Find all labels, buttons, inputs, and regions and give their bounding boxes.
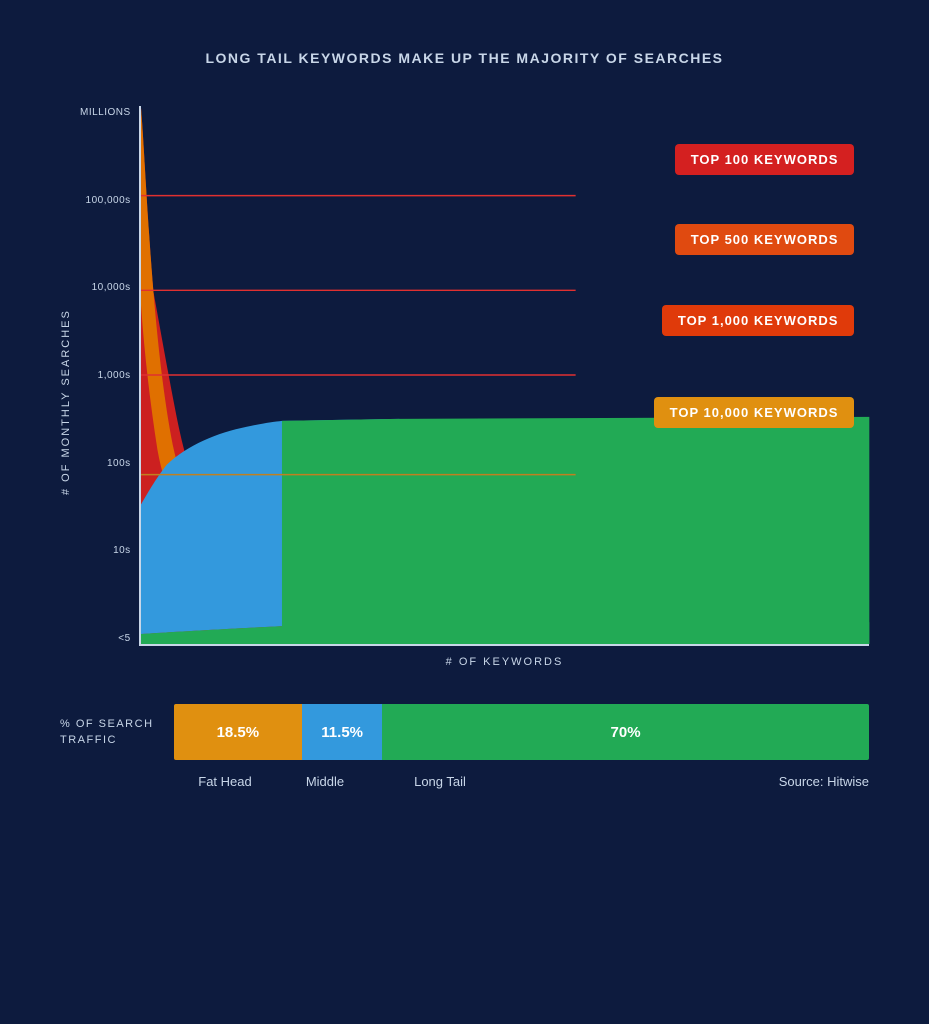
bottom-section: % OF SEARCHTRAFFIC 18.5% 11.5% 70% xyxy=(60,704,869,760)
legend-long-tail: Long Tail xyxy=(370,774,510,789)
chart-inner: MILLIONS 100,000s 10,000s 1,000s 100s 10… xyxy=(80,106,869,646)
segment-fat-head: 18.5% xyxy=(174,704,303,760)
chart-area: # OF MONTHLY SEARCHES MILLIONS 100,000s … xyxy=(60,106,869,668)
segment-middle: 11.5% xyxy=(302,704,382,760)
progress-bar: 18.5% 11.5% 70% xyxy=(174,704,869,760)
y-tick-100000s: 100,000s xyxy=(86,196,131,206)
source-text: Source: Hitwise xyxy=(779,774,869,789)
y-tick-1000s: 1,000s xyxy=(98,371,131,381)
x-axis-label: # OF KEYWORDS xyxy=(140,656,869,668)
y-axis-label: # OF MONTHLY SEARCHES xyxy=(60,106,72,668)
chart-title: LONG TAIL KEYWORDS MAKE UP THE MAJORITY … xyxy=(205,50,723,66)
y-tick-10000s: 10,000s xyxy=(92,283,131,293)
legend-row: Fat Head Middle Long Tail Source: Hitwis… xyxy=(60,774,869,789)
y-tick-100s: 100s xyxy=(107,459,131,469)
traffic-label: % OF SEARCHTRAFFIC xyxy=(60,716,154,749)
chart-with-ticks: MILLIONS 100,000s 10,000s 1,000s 100s 10… xyxy=(80,106,869,668)
chart-svg xyxy=(141,106,869,644)
y-tick-10s: 10s xyxy=(113,546,131,556)
chart-plot: TOP 100 KEYWORDS TOP 500 KEYWORDS TOP 1,… xyxy=(139,106,869,646)
y-tick-lt5: <5 xyxy=(118,634,130,644)
legend-middle: Middle xyxy=(280,774,370,789)
y-ticks: MILLIONS 100,000s 10,000s 1,000s 100s 10… xyxy=(80,106,139,646)
y-tick-millions: MILLIONS xyxy=(80,108,131,118)
legend-fat-head: Fat Head xyxy=(170,774,280,789)
main-container: LONG TAIL KEYWORDS MAKE UP THE MAJORITY … xyxy=(0,0,929,1024)
segment-long-tail: 70% xyxy=(382,704,869,760)
